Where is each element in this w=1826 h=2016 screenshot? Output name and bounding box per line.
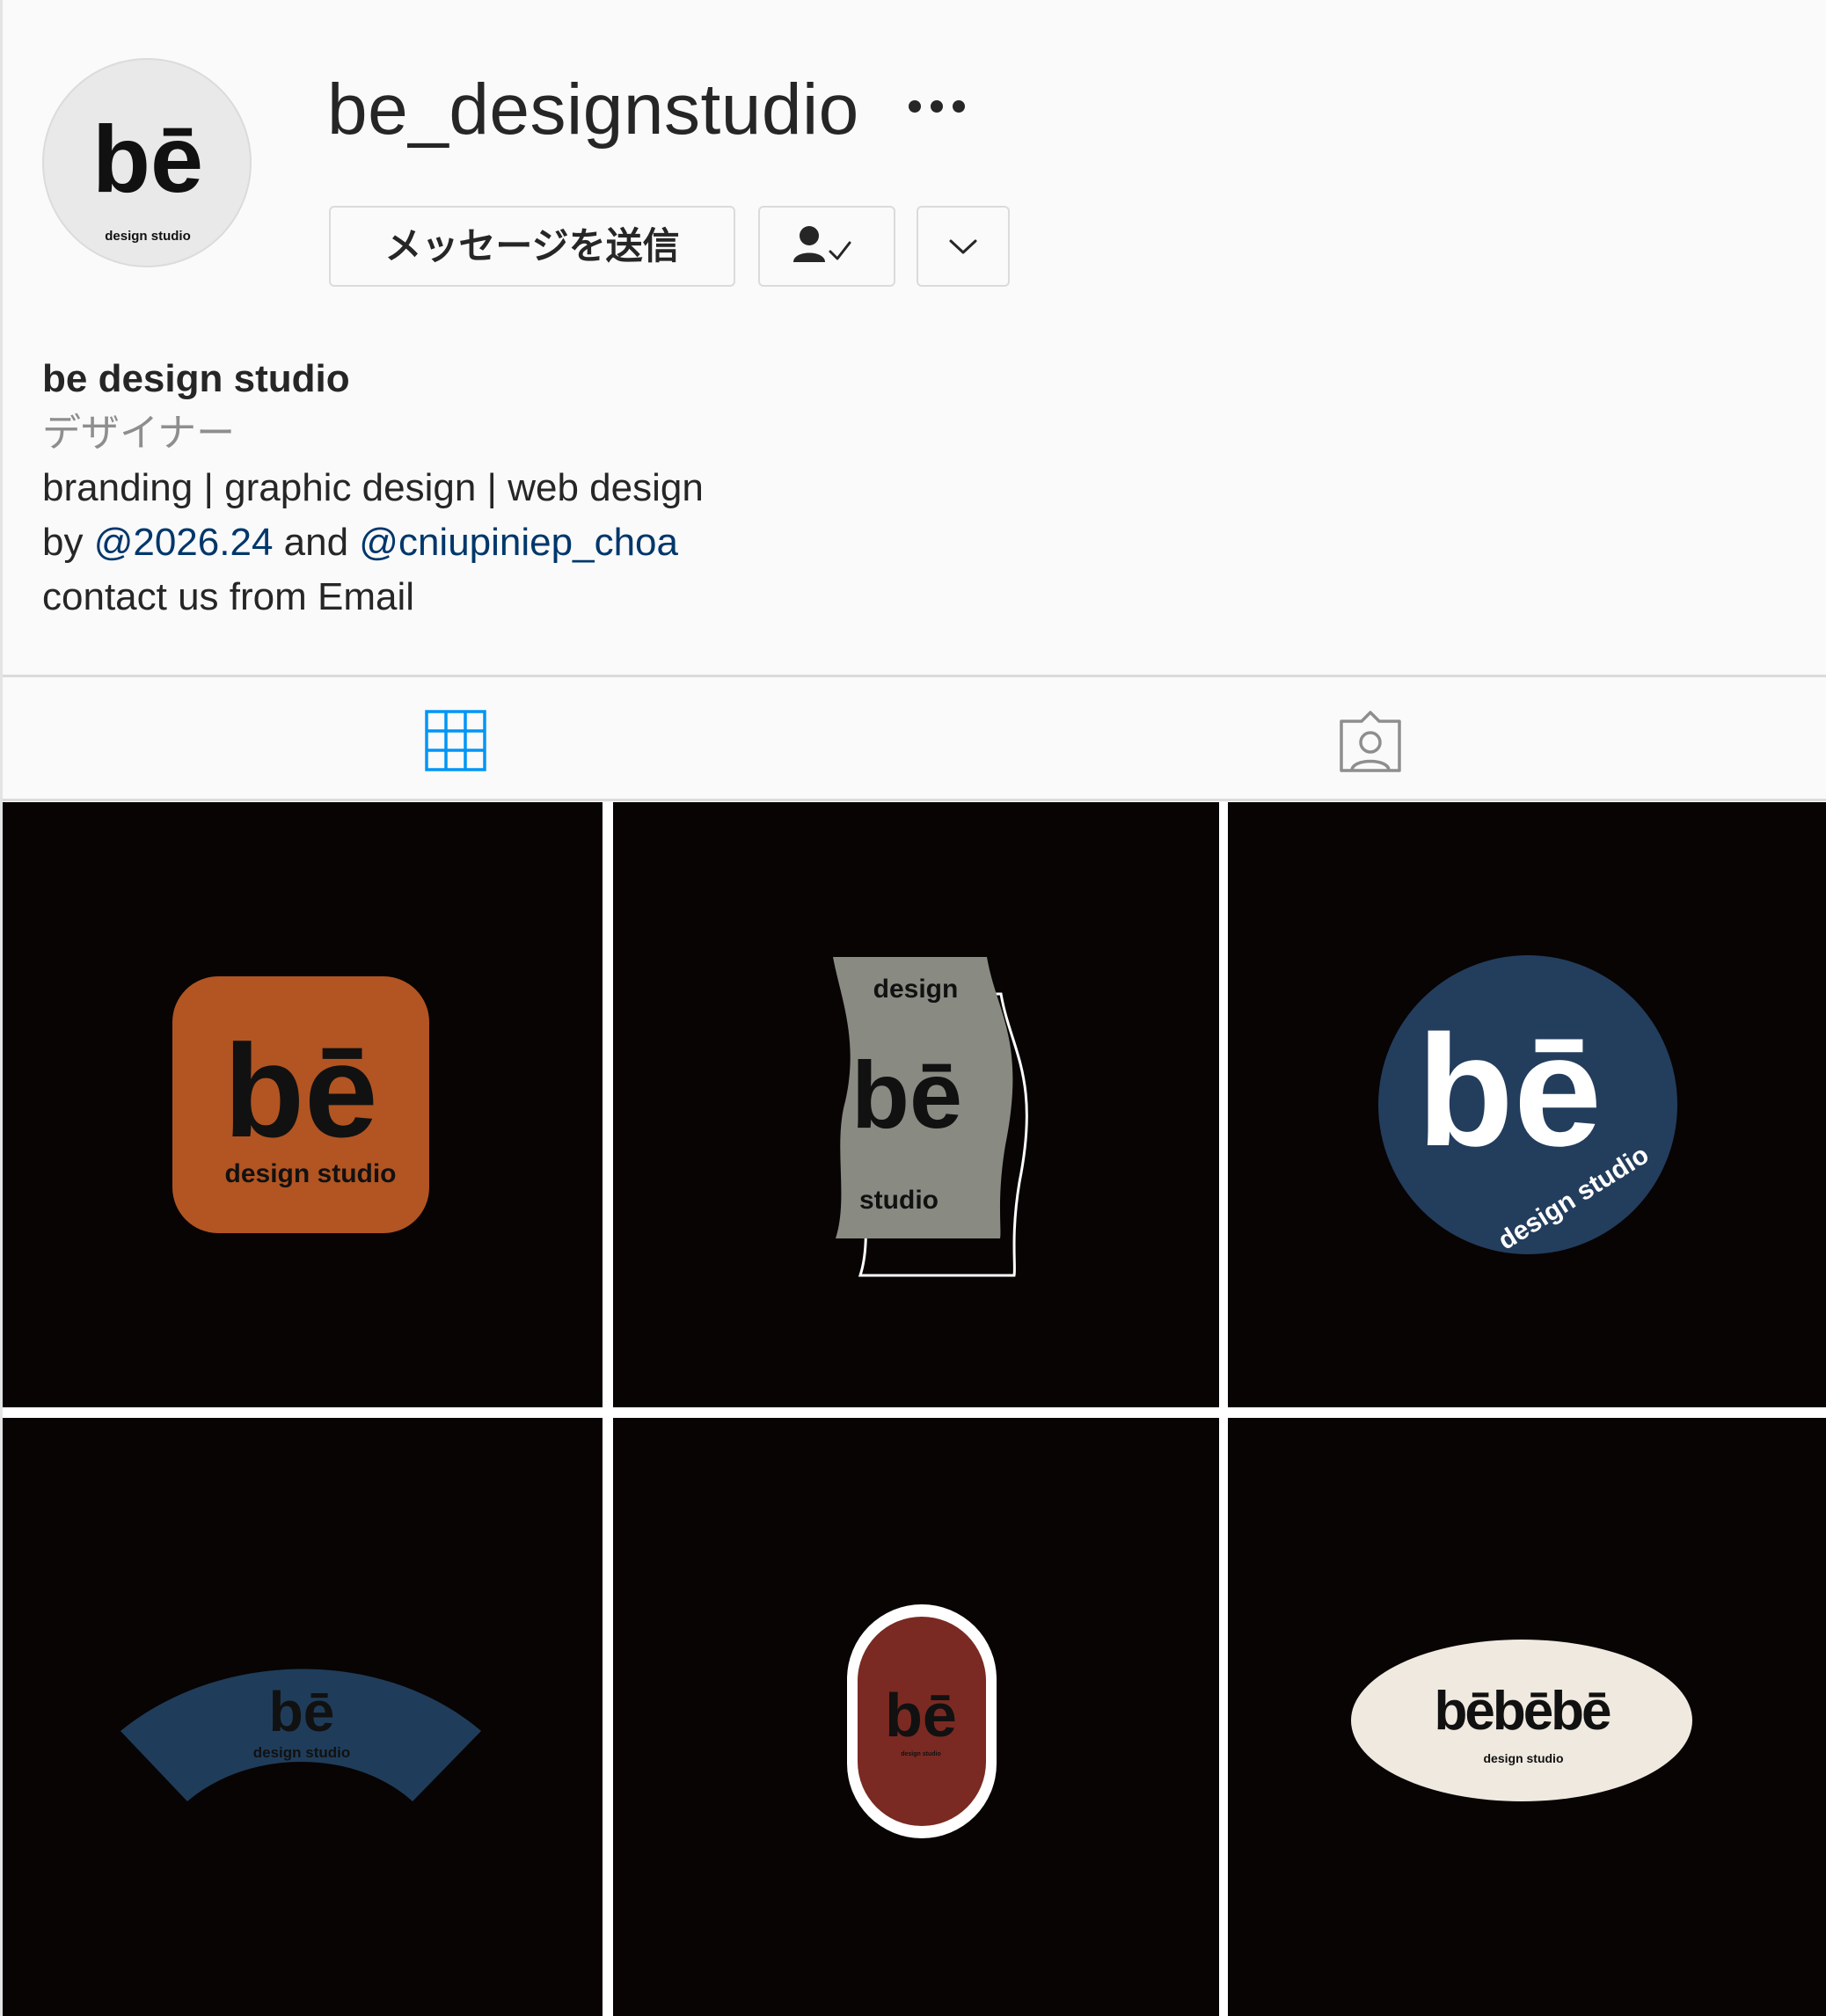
grid-icon <box>425 710 486 771</box>
bio-credits-prefix: by <box>42 521 94 564</box>
tagged-user-icon <box>1340 711 1401 772</box>
post-tagline: design studio <box>225 1159 397 1188</box>
post-tile[interactable]: bē design studio <box>3 1418 603 2016</box>
profile-page: bē design studio be_designstudio メッセージを送… <box>0 0 1826 2016</box>
bio-name: be design studio <box>42 357 350 400</box>
profile-bio: be design studio デザイナー branding | graphi… <box>42 352 704 625</box>
tab-divider <box>3 675 1826 677</box>
person-check-icon <box>793 226 851 262</box>
post-tile[interactable]: bē design studio <box>3 802 603 1407</box>
avatar-logo: bē <box>92 106 203 212</box>
avatar-tagline: design studio <box>105 229 191 244</box>
tab-posts[interactable] <box>424 709 487 772</box>
post-logo: bēbēbē <box>1434 1681 1611 1742</box>
more-horizontal-icon <box>909 100 965 113</box>
post-tile[interactable]: design bē studio <box>613 802 1219 1407</box>
profile-username: be_designstudio <box>327 69 859 150</box>
post-tagline: design studio <box>1484 1751 1564 1765</box>
post-tile[interactable]: bē design studio <box>1228 802 1826 1407</box>
bio-credits-and: and <box>273 521 360 564</box>
posts-grid: bē design studio design bē studio bē des… <box>3 802 1826 2016</box>
post-tagline: design studio <box>901 1751 941 1757</box>
post-top-label: design <box>873 975 959 1004</box>
tab-bottom-border <box>3 799 1826 801</box>
post-tile[interactable]: bē design studio <box>613 1418 1219 2016</box>
bio-mention-link[interactable]: @2026.24 <box>94 521 274 564</box>
send-message-button[interactable]: メッセージを送信 <box>329 206 735 287</box>
post-logo: bē <box>885 1681 957 1749</box>
tab-tagged[interactable] <box>1337 709 1404 774</box>
post-tagline: design studio <box>253 1744 351 1761</box>
post-logo: bē <box>223 1017 377 1165</box>
suggestions-dropdown-button[interactable] <box>917 206 1010 287</box>
following-button[interactable] <box>758 206 895 287</box>
post-logo: bē <box>269 1680 335 1743</box>
post-logo: bē <box>1417 1003 1602 1180</box>
bio-services: branding | graphic design | web design <box>42 466 704 509</box>
post-logo: bē <box>851 1041 962 1148</box>
post-tile[interactable]: bēbēbē design studio <box>1228 1418 1826 2016</box>
bio-mention-link[interactable]: @cniupiniep_choa <box>359 521 678 564</box>
chevron-down-icon <box>949 239 977 254</box>
more-options-button[interactable] <box>908 93 966 120</box>
bio-credits: by @2026.24 and @cniupiniep_choa <box>42 515 704 570</box>
profile-avatar[interactable]: bē design studio <box>42 58 252 267</box>
bio-category: デザイナー <box>42 412 236 455</box>
post-bottom-label: studio <box>859 1186 939 1215</box>
bio-contact: contact us from Email <box>42 575 415 618</box>
